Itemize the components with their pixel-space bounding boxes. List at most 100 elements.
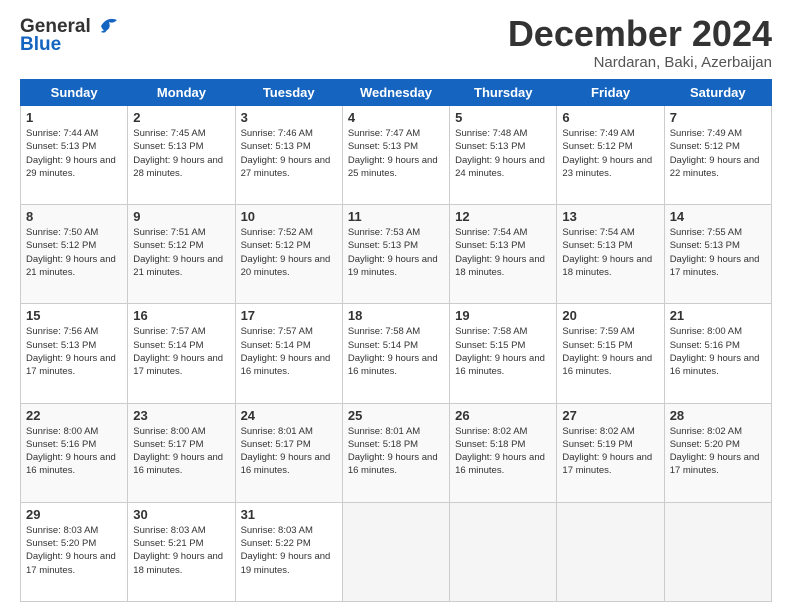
day-number: 31: [241, 507, 337, 522]
day-number: 20: [562, 308, 658, 323]
cell-info: Sunrise: 7:57 AM Sunset: 5:14 PM Dayligh…: [241, 325, 337, 378]
calendar-cell: [557, 502, 664, 601]
cell-info: Sunrise: 7:58 AM Sunset: 5:14 PM Dayligh…: [348, 325, 444, 378]
calendar-cell: 4 Sunrise: 7:47 AM Sunset: 5:13 PM Dayli…: [342, 106, 449, 205]
logo-bird-icon: [93, 14, 121, 36]
cell-info: Sunrise: 7:53 AM Sunset: 5:13 PM Dayligh…: [348, 226, 444, 279]
day-header-wednesday: Wednesday: [342, 80, 449, 106]
calendar-cell: 9 Sunrise: 7:51 AM Sunset: 5:12 PM Dayli…: [128, 205, 235, 304]
logo: General Blue: [20, 16, 121, 56]
calendar-cell: 21 Sunrise: 8:00 AM Sunset: 5:16 PM Dayl…: [664, 304, 771, 403]
cell-info: Sunrise: 8:02 AM Sunset: 5:18 PM Dayligh…: [455, 425, 551, 478]
day-number: 14: [670, 209, 766, 224]
calendar-cell: 2 Sunrise: 7:45 AM Sunset: 5:13 PM Dayli…: [128, 106, 235, 205]
day-number: 9: [133, 209, 229, 224]
calendar-cell: [342, 502, 449, 601]
calendar-cell: 19 Sunrise: 7:58 AM Sunset: 5:15 PM Dayl…: [450, 304, 557, 403]
calendar-cell: 6 Sunrise: 7:49 AM Sunset: 5:12 PM Dayli…: [557, 106, 664, 205]
cell-info: Sunrise: 8:02 AM Sunset: 5:20 PM Dayligh…: [670, 425, 766, 478]
day-number: 4: [348, 110, 444, 125]
cell-info: Sunrise: 8:02 AM Sunset: 5:19 PM Dayligh…: [562, 425, 658, 478]
day-number: 29: [26, 507, 122, 522]
calendar-cell: 5 Sunrise: 7:48 AM Sunset: 5:13 PM Dayli…: [450, 106, 557, 205]
cell-info: Sunrise: 7:59 AM Sunset: 5:15 PM Dayligh…: [562, 325, 658, 378]
location: Nardaran, Baki, Azerbaijan: [508, 54, 772, 71]
cell-info: Sunrise: 8:03 AM Sunset: 5:22 PM Dayligh…: [241, 524, 337, 577]
cell-info: Sunrise: 8:01 AM Sunset: 5:18 PM Dayligh…: [348, 425, 444, 478]
day-number: 6: [562, 110, 658, 125]
day-header-friday: Friday: [557, 80, 664, 106]
calendar-cell: 3 Sunrise: 7:46 AM Sunset: 5:13 PM Dayli…: [235, 106, 342, 205]
day-number: 19: [455, 308, 551, 323]
cell-info: Sunrise: 7:54 AM Sunset: 5:13 PM Dayligh…: [455, 226, 551, 279]
cell-info: Sunrise: 7:50 AM Sunset: 5:12 PM Dayligh…: [26, 226, 122, 279]
day-number: 10: [241, 209, 337, 224]
calendar-cell: 24 Sunrise: 8:01 AM Sunset: 5:17 PM Dayl…: [235, 403, 342, 502]
calendar-cell: 26 Sunrise: 8:02 AM Sunset: 5:18 PM Dayl…: [450, 403, 557, 502]
calendar-cell: 1 Sunrise: 7:44 AM Sunset: 5:13 PM Dayli…: [21, 106, 128, 205]
cell-info: Sunrise: 8:03 AM Sunset: 5:21 PM Dayligh…: [133, 524, 229, 577]
cell-info: Sunrise: 8:03 AM Sunset: 5:20 PM Dayligh…: [26, 524, 122, 577]
day-number: 3: [241, 110, 337, 125]
cell-info: Sunrise: 7:49 AM Sunset: 5:12 PM Dayligh…: [562, 127, 658, 180]
cell-info: Sunrise: 8:00 AM Sunset: 5:16 PM Dayligh…: [670, 325, 766, 378]
calendar-cell: 27 Sunrise: 8:02 AM Sunset: 5:19 PM Dayl…: [557, 403, 664, 502]
calendar-cell: 23 Sunrise: 8:00 AM Sunset: 5:17 PM Dayl…: [128, 403, 235, 502]
day-number: 5: [455, 110, 551, 125]
calendar-cell: [450, 502, 557, 601]
calendar-cell: 17 Sunrise: 7:57 AM Sunset: 5:14 PM Dayl…: [235, 304, 342, 403]
day-header-saturday: Saturday: [664, 80, 771, 106]
cell-info: Sunrise: 7:58 AM Sunset: 5:15 PM Dayligh…: [455, 325, 551, 378]
calendar-cell: 13 Sunrise: 7:54 AM Sunset: 5:13 PM Dayl…: [557, 205, 664, 304]
calendar-cell: [664, 502, 771, 601]
header: General Blue December 2024 Nardaran, Bak…: [20, 16, 772, 71]
day-number: 8: [26, 209, 122, 224]
cell-info: Sunrise: 8:01 AM Sunset: 5:17 PM Dayligh…: [241, 425, 337, 478]
page: General Blue December 2024 Nardaran, Bak…: [0, 0, 792, 612]
cell-info: Sunrise: 7:56 AM Sunset: 5:13 PM Dayligh…: [26, 325, 122, 378]
cell-info: Sunrise: 7:51 AM Sunset: 5:12 PM Dayligh…: [133, 226, 229, 279]
day-number: 25: [348, 408, 444, 423]
cell-info: Sunrise: 7:57 AM Sunset: 5:14 PM Dayligh…: [133, 325, 229, 378]
cell-info: Sunrise: 7:46 AM Sunset: 5:13 PM Dayligh…: [241, 127, 337, 180]
logo-blue: Blue: [20, 34, 61, 56]
calendar-cell: 18 Sunrise: 7:58 AM Sunset: 5:14 PM Dayl…: [342, 304, 449, 403]
calendar-cell: 20 Sunrise: 7:59 AM Sunset: 5:15 PM Dayl…: [557, 304, 664, 403]
calendar-cell: 16 Sunrise: 7:57 AM Sunset: 5:14 PM Dayl…: [128, 304, 235, 403]
calendar-cell: 8 Sunrise: 7:50 AM Sunset: 5:12 PM Dayli…: [21, 205, 128, 304]
calendar-cell: 12 Sunrise: 7:54 AM Sunset: 5:13 PM Dayl…: [450, 205, 557, 304]
day-number: 1: [26, 110, 122, 125]
cell-info: Sunrise: 7:52 AM Sunset: 5:12 PM Dayligh…: [241, 226, 337, 279]
calendar-cell: 29 Sunrise: 8:03 AM Sunset: 5:20 PM Dayl…: [21, 502, 128, 601]
month-title: December 2024: [508, 16, 772, 52]
day-number: 12: [455, 209, 551, 224]
day-number: 18: [348, 308, 444, 323]
day-header-sunday: Sunday: [21, 80, 128, 106]
cell-info: Sunrise: 7:47 AM Sunset: 5:13 PM Dayligh…: [348, 127, 444, 180]
day-header-monday: Monday: [128, 80, 235, 106]
day-number: 2: [133, 110, 229, 125]
day-header-thursday: Thursday: [450, 80, 557, 106]
calendar-cell: 31 Sunrise: 8:03 AM Sunset: 5:22 PM Dayl…: [235, 502, 342, 601]
calendar-cell: 25 Sunrise: 8:01 AM Sunset: 5:18 PM Dayl…: [342, 403, 449, 502]
cell-info: Sunrise: 7:44 AM Sunset: 5:13 PM Dayligh…: [26, 127, 122, 180]
calendar-cell: 10 Sunrise: 7:52 AM Sunset: 5:12 PM Dayl…: [235, 205, 342, 304]
day-number: 26: [455, 408, 551, 423]
day-number: 21: [670, 308, 766, 323]
day-number: 13: [562, 209, 658, 224]
calendar-cell: 11 Sunrise: 7:53 AM Sunset: 5:13 PM Dayl…: [342, 205, 449, 304]
calendar-cell: 28 Sunrise: 8:02 AM Sunset: 5:20 PM Dayl…: [664, 403, 771, 502]
day-number: 15: [26, 308, 122, 323]
day-header-tuesday: Tuesday: [235, 80, 342, 106]
day-number: 11: [348, 209, 444, 224]
day-number: 17: [241, 308, 337, 323]
day-number: 30: [133, 507, 229, 522]
calendar-table: SundayMondayTuesdayWednesdayThursdayFrid…: [20, 79, 772, 602]
day-number: 24: [241, 408, 337, 423]
cell-info: Sunrise: 8:00 AM Sunset: 5:16 PM Dayligh…: [26, 425, 122, 478]
day-number: 7: [670, 110, 766, 125]
cell-info: Sunrise: 7:54 AM Sunset: 5:13 PM Dayligh…: [562, 226, 658, 279]
cell-info: Sunrise: 8:00 AM Sunset: 5:17 PM Dayligh…: [133, 425, 229, 478]
day-number: 27: [562, 408, 658, 423]
cell-info: Sunrise: 7:45 AM Sunset: 5:13 PM Dayligh…: [133, 127, 229, 180]
